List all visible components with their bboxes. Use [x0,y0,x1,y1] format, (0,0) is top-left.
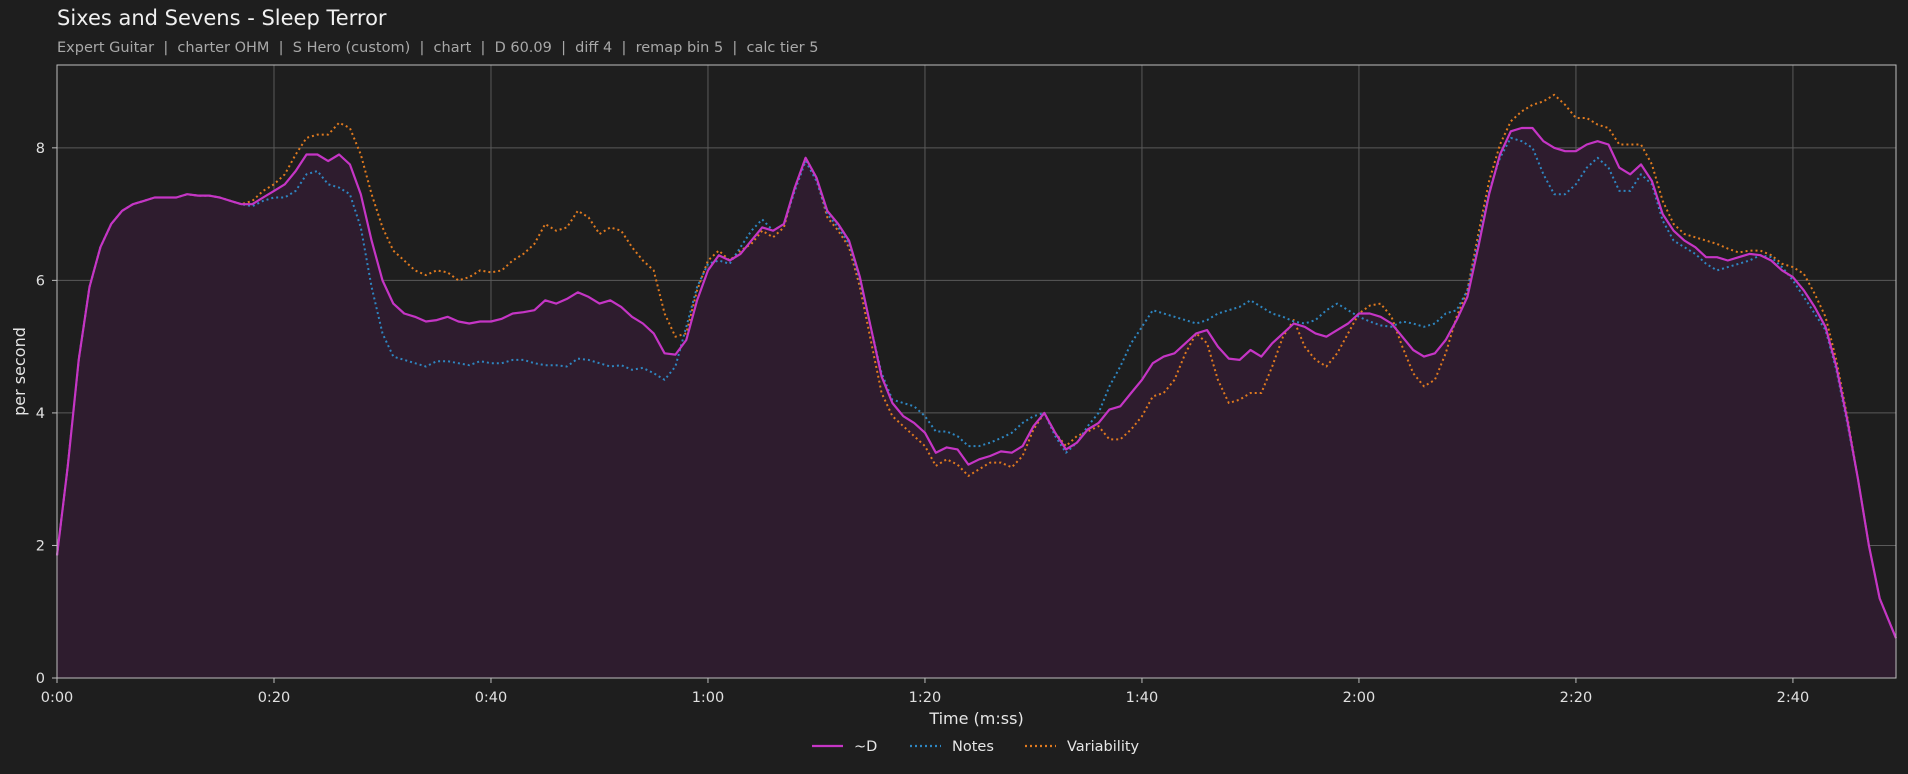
x-tick-label: 2:40 [1777,690,1810,706]
chart-area: 0:00 0:20 0:40 1:00 1:20 1:40 2:00 2:20 2:40 0 2 4 6… [10,64,1898,755]
x-tick-label: 0:20 [258,690,291,706]
series-fill [57,128,1896,678]
x-axis-label: Time (m:ss) [928,709,1023,728]
legend: ~D Notes Variability [812,739,1140,755]
y-tick-label: 0 [36,671,45,687]
x-tick-label: 1:40 [1126,690,1159,706]
x-tick-label: 0:00 [41,690,74,706]
y-tick-label: 6 [36,273,45,289]
legend-label: Variability [1067,739,1140,755]
legend-label: ~D [854,739,877,755]
legend-label: Notes [952,739,994,755]
x-tick-label: 2:20 [1560,690,1593,706]
y-tick-label: 2 [36,538,45,554]
y-tick-label: 8 [36,141,45,157]
x-tick-label: 2:00 [1343,690,1376,706]
x-tick-label: 1:20 [909,690,942,706]
y-axis-label: per second [10,327,29,416]
x-tick-label: 0:40 [475,690,508,706]
x-tick-label: 1:00 [692,690,725,706]
series-area-d [57,128,1896,678]
y-tick-label: 4 [36,406,45,422]
